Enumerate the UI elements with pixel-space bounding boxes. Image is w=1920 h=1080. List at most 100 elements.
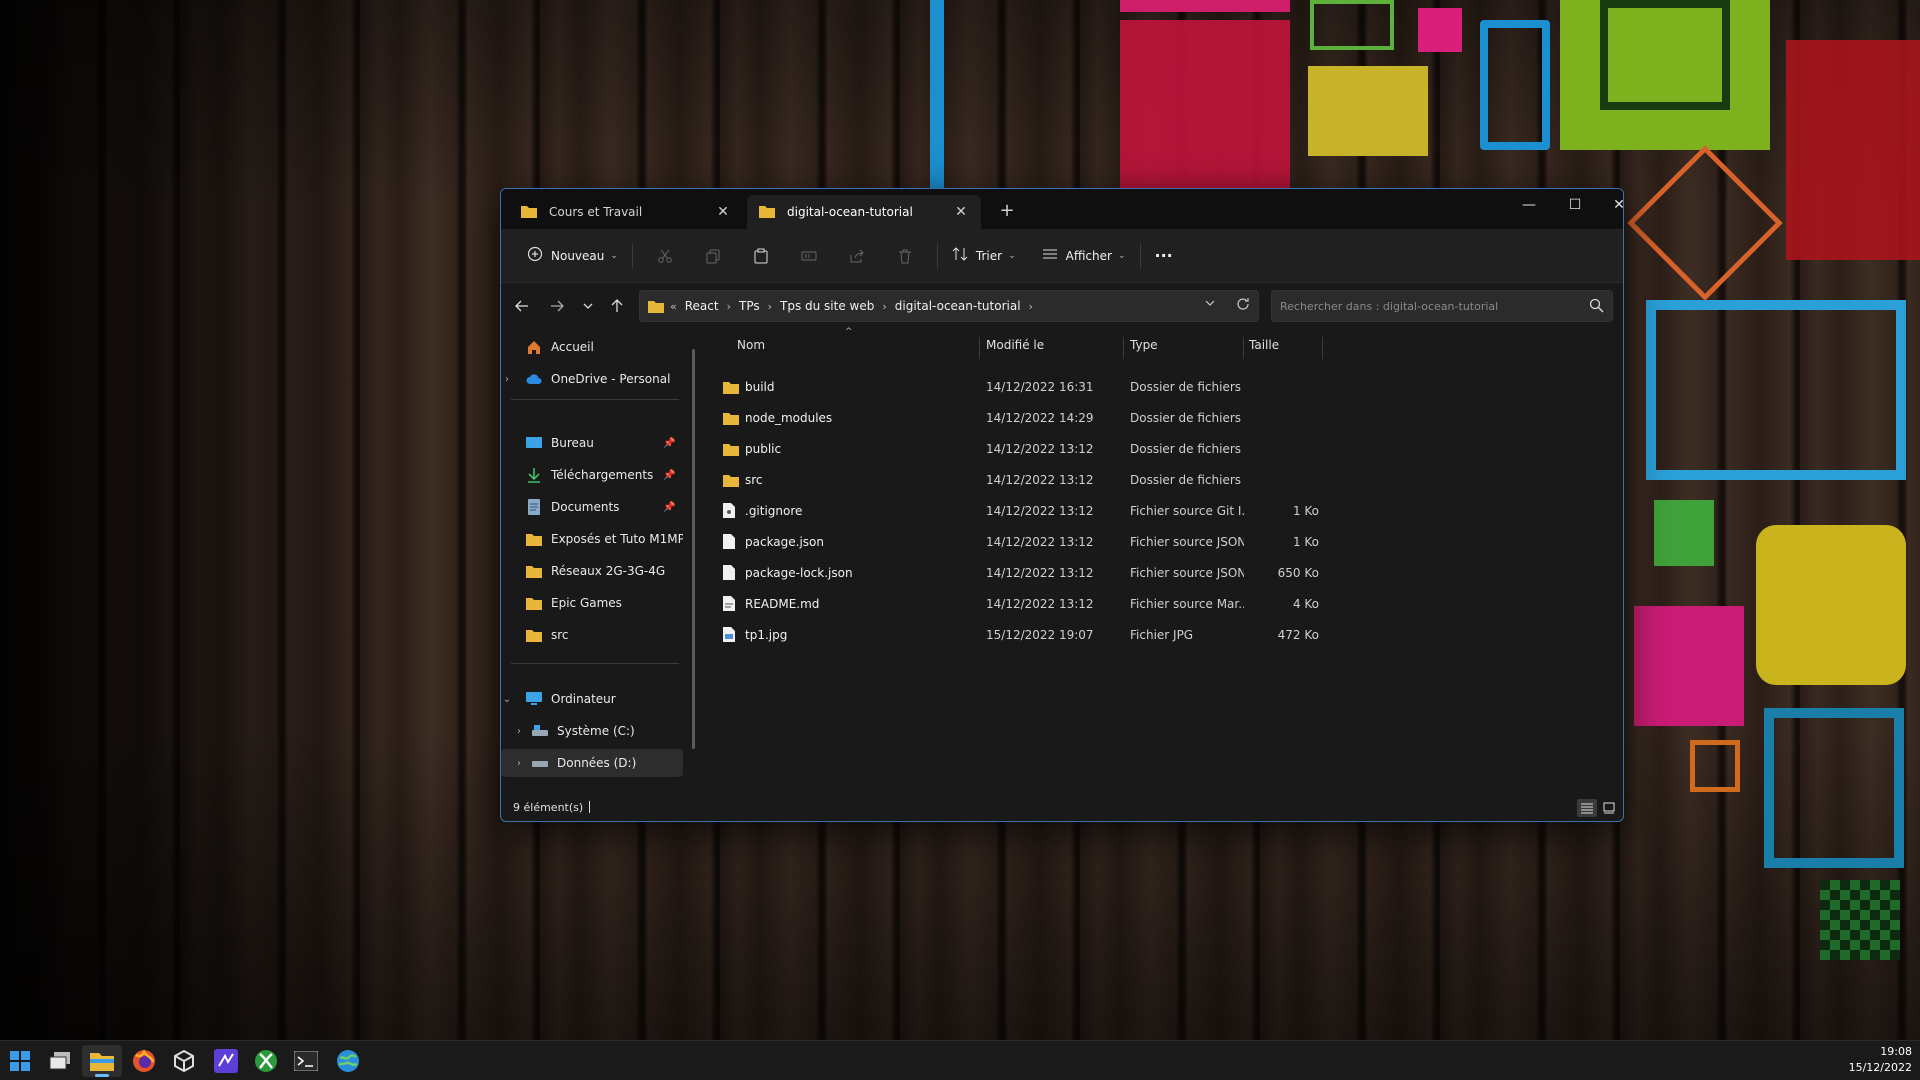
browser-icon[interactable] [328,1045,368,1077]
terminal-icon[interactable] [286,1045,326,1077]
chevron-right-icon[interactable]: › [727,300,731,313]
sort-button[interactable]: Trier ⌄ [946,240,1022,272]
sidebar-scrollbar[interactable] [692,349,695,749]
pin-icon[interactable]: 📌 [663,502,677,513]
address-history-chevron-icon[interactable] [1204,297,1216,314]
table-row[interactable]: build 14/12/2022 16:31 Dossier de fichie… [703,371,1323,402]
rename-icon[interactable] [794,241,824,271]
details-view-button[interactable] [1577,799,1597,817]
sidebar-item-donnees-d[interactable]: › Données (D:) [501,749,683,777]
chevron-right-icon[interactable]: › [1029,300,1033,313]
modified-cell: 14/12/2022 13:12 [986,596,1094,611]
column-header-type[interactable]: Type [1130,329,1240,361]
new-tab-button[interactable]: + [995,200,1019,221]
column-divider[interactable] [979,337,980,359]
column-header-name[interactable]: Nom [737,329,977,361]
navigation-pane: Accueil › OneDrive - Personal Bureau 📌 T… [501,329,691,789]
table-row[interactable]: .gitignore 14/12/2022 13:12 Fichier sour… [703,495,1323,526]
collapse-chevron-icon[interactable]: ⌄ [501,694,513,705]
column-header-size[interactable]: Taille [1249,329,1319,361]
column-divider[interactable] [1322,337,1323,359]
up-arrow-icon[interactable] [606,295,628,317]
expand-chevron-icon[interactable]: › [513,758,525,769]
refresh-icon[interactable] [1236,297,1250,314]
column-header-modified[interactable]: Modifié le [986,329,1121,361]
table-row[interactable]: package.json 14/12/2022 13:12 Fichier so… [703,526,1323,557]
breadcrumb-tps-du-site-web[interactable]: Tps du site web [780,299,874,313]
view-button[interactable]: Afficher ⌄ [1036,240,1132,272]
sidebar-item-documents[interactable]: Documents 📌 [501,493,683,521]
minimize-button[interactable]: — [1509,193,1549,217]
type-cell: Fichier source JSON [1130,565,1244,580]
sidebar-item-epic-games[interactable]: Epic Games [501,589,683,617]
expand-chevron-icon[interactable]: › [501,374,513,385]
table-row[interactable]: README.md 14/12/2022 13:12 Fichier sourc… [703,588,1323,619]
sidebar-item-reseaux[interactable]: Réseaux 2G-3G-4G [501,557,683,585]
table-row[interactable]: package-lock.json 14/12/2022 13:12 Fichi… [703,557,1323,588]
share-icon[interactable] [842,241,872,271]
table-row[interactable]: tp1.jpg 15/12/2022 19:07 Fichier JPG 472… [703,619,1323,650]
modified-cell: 14/12/2022 13:12 [986,472,1094,487]
close-tab-icon[interactable]: ✕ [715,204,731,220]
firefox-icon[interactable] [124,1045,164,1077]
chevron-right-icon[interactable]: › [768,300,772,313]
tab-digital-ocean-tutorial[interactable]: digital-ocean-tutorial ✕ [747,195,981,229]
more-options-button[interactable]: ··· [1149,240,1179,272]
unity-icon[interactable] [164,1045,204,1077]
modified-cell: 14/12/2022 13:12 [986,503,1094,518]
start-icon[interactable] [0,1045,40,1077]
overflow-crumbs[interactable]: « [670,300,677,313]
recent-locations-chevron-icon[interactable] [577,295,599,317]
task-view-icon[interactable] [40,1045,80,1077]
close-window-button[interactable]: ✕ [1599,193,1623,217]
cut-icon[interactable] [650,241,680,271]
table-row[interactable]: public 14/12/2022 13:12 Dossier de fichi… [703,433,1323,464]
tab-cours-et-travail[interactable]: Cours et Travail ✕ [509,195,743,229]
column-divider[interactable] [1123,337,1124,359]
column-divider[interactable] [1243,337,1244,359]
file-name: package.json [745,534,825,549]
breadcrumb-tps[interactable]: TPs [739,299,760,313]
file-name-cell: tp1.jpg [723,619,963,650]
visual-studio-icon[interactable] [206,1045,246,1077]
address-bar[interactable]: « React › TPs › Tps du site web › digita… [639,290,1259,322]
forward-arrow-icon[interactable] [546,295,568,317]
sidebar-item-accueil[interactable]: Accueil [501,333,683,361]
search-input[interactable] [1280,299,1570,313]
sidebar-item-systeme-c[interactable]: › Système (C:) [501,717,683,745]
chevron-down-icon: ⌄ [610,250,618,261]
view-list-icon [1042,246,1058,265]
table-row[interactable]: node_modules 14/12/2022 14:29 Dossier de… [703,402,1323,433]
new-button[interactable]: Nouveau ⌄ [521,240,624,272]
maximize-button[interactable]: ☐ [1555,193,1595,217]
sidebar-item-exposes[interactable]: Exposés et Tuto M1MPD [501,525,683,553]
table-row[interactable]: src 14/12/2022 13:12 Dossier de fichiers [703,464,1323,495]
close-tab-icon[interactable]: ✕ [953,204,969,220]
download-icon [525,467,543,483]
delete-icon[interactable] [890,241,920,271]
folder-icon [723,442,739,456]
pin-icon[interactable]: 📌 [663,470,677,481]
search-icon[interactable] [1589,298,1604,317]
back-arrow-icon[interactable] [511,295,533,317]
sidebar-item-telechargements[interactable]: Téléchargements 📌 [501,461,683,489]
paste-icon[interactable] [746,241,776,271]
system-clock[interactable]: 19:08 15/12/2022 [1849,1044,1912,1076]
type-cell: Dossier de fichiers [1130,410,1242,425]
sidebar-item-src[interactable]: src [501,621,683,649]
tiles-view-button[interactable] [1599,799,1619,817]
breadcrumb-digital-ocean-tutorial[interactable]: digital-ocean-tutorial [895,299,1021,313]
search-box[interactable] [1271,290,1613,322]
expand-chevron-icon[interactable]: › [513,726,525,737]
xbox-icon[interactable] [246,1045,286,1077]
chevron-right-icon[interactable]: › [882,300,886,313]
sidebar-item-onedrive[interactable]: › OneDrive - Personal [501,365,683,393]
pin-icon[interactable]: 📌 [663,438,677,449]
copy-icon[interactable] [698,241,728,271]
sidebar-item-bureau[interactable]: Bureau 📌 [501,429,683,457]
file-name-cell: package.json [723,526,963,557]
wallpaper-art-red-arrows [1786,40,1920,260]
sidebar-item-ordinateur[interactable]: ⌄ Ordinateur [501,685,683,713]
file-explorer-icon[interactable] [82,1045,122,1077]
breadcrumb-react[interactable]: React [685,299,719,313]
